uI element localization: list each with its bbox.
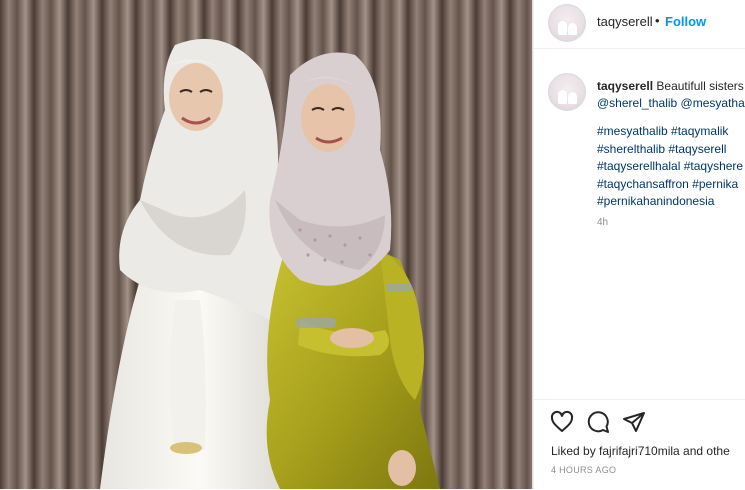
post-header: taqyserell • Follow	[534, 0, 745, 49]
comment-icon[interactable]	[586, 410, 610, 434]
hashtag-line[interactable]: #taqyserellhalal #taqyshere	[597, 158, 743, 176]
avatar[interactable]	[548, 4, 586, 42]
paper-plane-icon[interactable]	[622, 410, 646, 434]
header-username[interactable]: taqyserell	[597, 14, 653, 29]
post-image	[0, 0, 533, 489]
hashtag-line[interactable]: #sherelthalib #taqyserell	[597, 141, 743, 159]
heart-icon[interactable]	[550, 410, 574, 434]
caption: taqyserell Beautifull sisters @sherel_th…	[597, 78, 745, 112]
post-photo[interactable]	[0, 0, 533, 489]
caption-username[interactable]: taqyserell	[597, 79, 653, 93]
action-bar: Liked by fajrifajri710mila and othe 4 HO…	[534, 399, 745, 490]
caption-mentions[interactable]: @sherel_thalib @mesyatha	[597, 96, 745, 110]
liked-by-text[interactable]: Liked by fajrifajri710mila and othe	[551, 444, 730, 458]
caption-avatar[interactable]	[548, 73, 586, 111]
hashtag-line[interactable]: #pernikahanindonesia	[597, 193, 743, 211]
post-timestamp: 4 HOURS AGO	[551, 465, 617, 475]
caption-text: Beautifull sisters	[656, 79, 744, 93]
hashtag-line[interactable]: #mesyathalib #taqymalik	[597, 123, 743, 141]
post-side-panel: taqyserell • Follow taqyserell Beautiful…	[533, 0, 745, 489]
hashtag-line[interactable]: #taqychansaffron #pernika	[597, 176, 743, 194]
hashtags: #mesyathalib #taqymalik #sherelthalib #t…	[597, 123, 743, 211]
separator-dot: •	[655, 13, 660, 28]
caption-relative-time: 4h	[597, 217, 609, 228]
follow-button[interactable]: Follow	[665, 14, 706, 29]
